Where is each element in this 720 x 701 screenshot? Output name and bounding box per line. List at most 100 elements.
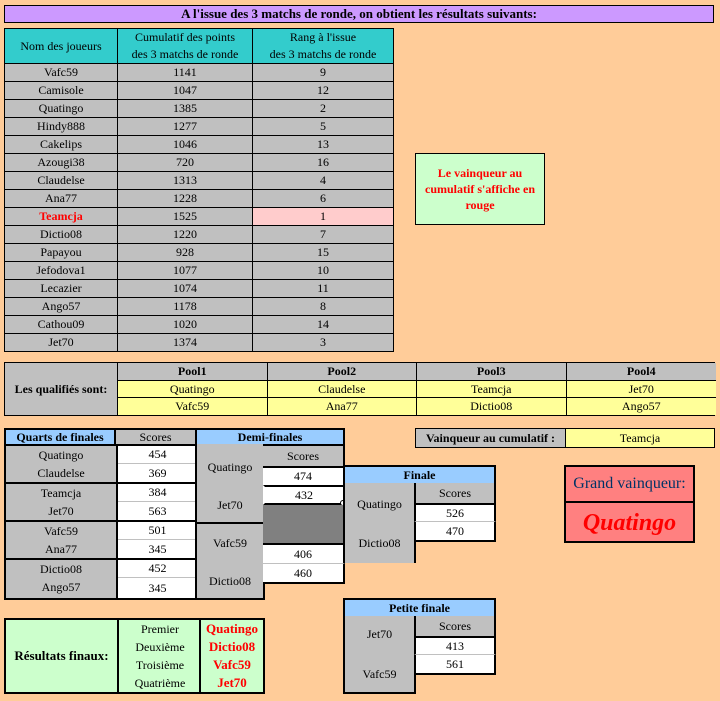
- ranking-row: Jet70 1374 3: [4, 333, 394, 352]
- pool-column: Pool1 Quatingo Vafc59: [118, 363, 268, 415]
- semifinal-2-score-1[interactable]: 406: [263, 545, 345, 564]
- player-points[interactable]: 1046: [117, 135, 253, 154]
- quarterfinal-score-1[interactable]: 454: [118, 446, 197, 464]
- player-name[interactable]: Papayou: [4, 243, 118, 262]
- header-cumulative-points: Cumulatif des points des 3 matchs de ron…: [117, 28, 253, 64]
- small-final-score-2[interactable]: 561: [414, 655, 496, 675]
- player-name[interactable]: Hindy888: [4, 117, 118, 136]
- pool-name: Pool2: [267, 363, 416, 381]
- semifinal-2-player-1: Vafc59: [213, 535, 247, 550]
- player-points[interactable]: 1178: [117, 297, 253, 316]
- quarterfinal-score-2[interactable]: 345: [118, 578, 197, 600]
- player-points[interactable]: 928: [117, 243, 253, 262]
- quarterfinal-match: Vafc59 Ana77 501 345: [4, 522, 199, 560]
- semifinal-2-player-2: Dictio08: [209, 573, 251, 588]
- player-name[interactable]: Quatingo: [4, 99, 118, 118]
- player-name[interactable]: Dictio08: [4, 225, 118, 244]
- pool-qualified-1[interactable]: Jet70: [566, 381, 716, 398]
- small-final-bracket: Petite finale Jet70 Vafc59 Scores 413 56…: [343, 598, 496, 694]
- player-rank[interactable]: 5: [252, 117, 394, 136]
- player-name[interactable]: Claudelse: [4, 171, 118, 190]
- player-points[interactable]: 1141: [117, 63, 253, 82]
- player-rank[interactable]: 3: [252, 333, 394, 352]
- player-rank[interactable]: 7: [252, 225, 394, 244]
- pools: Pool1 Quatingo Vafc59 Pool2 Claudelse Ana77 Po…: [118, 363, 716, 415]
- player-rank[interactable]: 13: [252, 135, 394, 154]
- semifinal-2-score-2[interactable]: 460: [263, 564, 345, 584]
- player-points[interactable]: 720: [117, 153, 253, 172]
- final-score-2[interactable]: 470: [414, 522, 496, 542]
- player-points[interactable]: 1220: [117, 225, 253, 244]
- player-rank[interactable]: 12: [252, 81, 394, 100]
- player-name[interactable]: Vafc59: [4, 63, 118, 82]
- player-name[interactable]: Ana77: [4, 189, 118, 208]
- player-name[interactable]: Jefodova1: [4, 261, 118, 280]
- quarterfinal-score-1[interactable]: 384: [118, 484, 197, 502]
- ranking-row: Ango57 1178 8: [4, 297, 394, 316]
- player-points[interactable]: 1228: [117, 189, 253, 208]
- quarterfinal-score-1[interactable]: 452: [118, 560, 197, 578]
- player-name[interactable]: Cathou09: [4, 315, 118, 334]
- player-rank[interactable]: 2: [252, 99, 394, 118]
- pool-qualified-1[interactable]: Teamcja: [417, 381, 566, 398]
- player-name[interactable]: Teamcja: [4, 207, 118, 226]
- player-points[interactable]: 1385: [117, 99, 253, 118]
- pool-qualified-2[interactable]: Dictio08: [417, 398, 566, 415]
- player-rank[interactable]: 1: [252, 207, 394, 226]
- player-rank[interactable]: 4: [252, 171, 394, 190]
- final-bracket: Finale Quatingo Dictio08 Scores 526 470: [343, 465, 496, 563]
- ranking-row: Quatingo 1385 2: [4, 99, 394, 118]
- quarterfinals-scores-label: Scores: [116, 428, 197, 446]
- pool-qualified-1[interactable]: Quatingo: [118, 381, 267, 398]
- cumulative-winner-label: Vainqueur au cumulatif :: [416, 429, 566, 447]
- player-rank[interactable]: 11: [252, 279, 394, 298]
- player-name[interactable]: Camisole: [4, 81, 118, 100]
- player-points[interactable]: 1020: [117, 315, 253, 334]
- pool-qualified-2[interactable]: Ango57: [566, 398, 716, 415]
- pool-qualified-2[interactable]: Vafc59: [118, 398, 267, 415]
- quarterfinal-player-2: Ango57: [41, 579, 81, 594]
- quarterfinal-player-2: Claudelse: [37, 465, 85, 480]
- quarterfinal-score-2[interactable]: 563: [118, 502, 197, 522]
- small-final-score-1[interactable]: 413: [414, 636, 496, 655]
- player-name[interactable]: Jet70: [4, 333, 118, 352]
- ranking-row: Teamcja 1525 1: [4, 207, 394, 226]
- grand-winner: Grand vainqueur: Quatingo: [564, 465, 695, 543]
- semifinal-1-score-2[interactable]: 432: [263, 485, 345, 505]
- player-rank[interactable]: 6: [252, 189, 394, 208]
- player-points[interactable]: 1277: [117, 117, 253, 136]
- player-name[interactable]: Azougi38: [4, 153, 118, 172]
- header-text: Cumulatif des points: [135, 30, 235, 44]
- player-points[interactable]: 1313: [117, 171, 253, 190]
- player-rank[interactable]: 16: [252, 153, 394, 172]
- quarterfinal-match: Teamcja Jet70 384 563: [4, 484, 199, 522]
- player-points[interactable]: 1525: [117, 207, 253, 226]
- final-results: Résultats finaux: Premier Quatingo Deuxièm…: [4, 618, 265, 694]
- pool-column: Pool3 Teamcja Dictio08: [417, 363, 567, 415]
- pool-name: Pool3: [417, 363, 566, 381]
- quarterfinal-player-1: Teamcja: [40, 485, 82, 500]
- semifinal-1-score-1[interactable]: 474: [263, 466, 345, 485]
- ranking-row: Cathou09 1020 14: [4, 315, 394, 334]
- player-points[interactable]: 1074: [117, 279, 253, 298]
- quarterfinal-score-1[interactable]: 501: [118, 522, 197, 540]
- player-points[interactable]: 1077: [117, 261, 253, 280]
- quarterfinal-player-2: Ana77: [45, 541, 77, 556]
- player-name[interactable]: Ango57: [4, 297, 118, 316]
- player-rank[interactable]: 15: [252, 243, 394, 262]
- player-name[interactable]: Lecazier: [4, 279, 118, 298]
- pool-qualified-1[interactable]: Claudelse: [267, 381, 416, 398]
- player-points[interactable]: 1374: [117, 333, 253, 352]
- player-rank[interactable]: 14: [252, 315, 394, 334]
- pool-qualified-2[interactable]: Ana77: [267, 398, 416, 415]
- player-rank[interactable]: 10: [252, 261, 394, 280]
- quarterfinal-score-2[interactable]: 369: [118, 464, 197, 484]
- player-rank[interactable]: 9: [252, 63, 394, 82]
- player-points[interactable]: 1047: [117, 81, 253, 100]
- final-place-player: Vafc59: [213, 657, 251, 672]
- player-rank[interactable]: 8: [252, 297, 394, 316]
- ranking-row: Cakelips 1046 13: [4, 135, 394, 154]
- final-score-1[interactable]: 526: [414, 503, 496, 522]
- player-name[interactable]: Cakelips: [4, 135, 118, 154]
- quarterfinal-score-2[interactable]: 345: [118, 540, 197, 560]
